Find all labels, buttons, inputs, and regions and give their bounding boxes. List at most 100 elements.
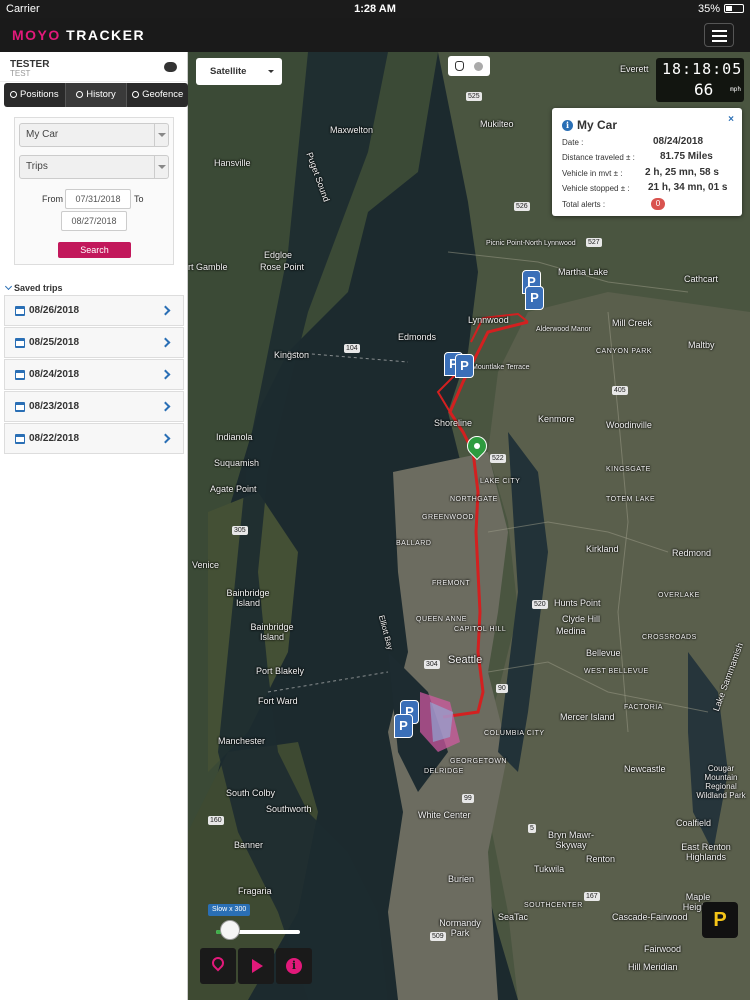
ios-status-bar: Carrier 1:28 AM 35% — [0, 0, 750, 18]
map-label: Port Blakely — [256, 666, 305, 676]
pin-icon — [10, 91, 18, 98]
calendar-icon — [15, 370, 25, 380]
map-label: CANYON PARK — [596, 348, 652, 355]
popup-row: Distance traveled ± :81.75 Miles — [562, 151, 713, 162]
highway-shield: 160 — [208, 816, 224, 825]
map-label: Everett — [620, 64, 649, 74]
from-label: From — [42, 194, 63, 204]
map-label: Renton — [586, 854, 616, 864]
tab-geofence[interactable]: Geofence — [127, 83, 188, 107]
map-label: BALLARD — [396, 540, 432, 547]
chevron-right-icon — [160, 305, 171, 316]
tab-history[interactable]: History — [65, 83, 128, 107]
calendar-icon — [15, 306, 25, 316]
map-label: Woodinville — [606, 420, 652, 430]
popup-row: Vehicle stopped ± :21 h, 34 mn, 01 s — [562, 182, 728, 193]
saved-trips-list: 08/26/2018 08/25/2018 08/24/2018 08/23/2… — [4, 295, 184, 455]
vehicle-select[interactable]: My Car — [19, 123, 169, 147]
map-label: Tukwila — [534, 864, 565, 874]
chevron-down-icon — [4, 282, 13, 291]
highway-shield: 526 — [514, 202, 530, 211]
parking-toggle-button[interactable]: P — [702, 902, 738, 938]
list-item[interactable]: 08/24/2018 — [4, 359, 184, 390]
map-label: SeaTac — [498, 912, 529, 922]
map-label: Manchester — [218, 736, 266, 746]
map-layer-select[interactable]: Satellite — [196, 58, 282, 85]
map-label: KINGSGATE — [606, 466, 651, 473]
playback-clock: 18:18:05 66 mph — [656, 58, 744, 102]
popup-title: i My Car — [562, 118, 617, 132]
chat-icon[interactable] — [164, 62, 177, 72]
globe-icon — [132, 91, 140, 98]
highway-shield: 405 — [612, 386, 628, 395]
playback-speed-label: Slow x 300 — [208, 904, 251, 916]
map-label: CAPITOL HILL — [454, 626, 507, 633]
chevron-down-icon — [154, 156, 168, 178]
close-icon[interactable]: × — [728, 114, 734, 125]
playback-time: 18:18:05 — [662, 60, 743, 78]
hand-icon[interactable] — [455, 61, 464, 71]
history-filter-form: My Car Trips From 07/31/2018 To 08/27/20… — [14, 117, 174, 265]
list-item[interactable]: 08/23/2018 — [4, 391, 184, 422]
highway-shield: 304 — [424, 660, 440, 669]
map-label: Coalfield — [676, 818, 712, 828]
map-label: LAKE CITY — [480, 478, 521, 485]
map-label: DELRIDGE — [424, 768, 464, 775]
highway-shield: 167 — [584, 892, 600, 901]
map-label: FACTORIA — [624, 704, 663, 711]
app-logo[interactable]: MOYO TRACKER — [12, 27, 145, 43]
from-date-input[interactable]: 07/31/2018 — [65, 189, 131, 209]
saved-trips-heading[interactable]: Saved trips — [4, 282, 63, 293]
map-label: COLUMBIA CITY — [484, 730, 545, 737]
mode-select[interactable]: Trips — [19, 155, 169, 179]
map-label: Fragaria — [238, 886, 272, 896]
to-date-input[interactable]: 08/27/2018 — [61, 211, 127, 231]
map-label: Redmond — [672, 548, 712, 558]
popup-row: Date :08/24/2018 — [562, 136, 704, 147]
battery-icon — [724, 4, 744, 13]
parking-marker[interactable]: P — [394, 714, 413, 738]
battery-percent: 35% — [697, 3, 720, 15]
calendar-icon — [15, 402, 25, 412]
tab-positions[interactable]: Positions — [4, 83, 66, 107]
map-label: SOUTHCENTER — [524, 902, 583, 909]
locate-button[interactable] — [200, 948, 236, 984]
map-view[interactable]: Everett Mukilteo Maxwelton Hansville Pug… — [188, 52, 750, 1000]
map-label: Mill Creek — [612, 318, 653, 328]
map-label: Martha Lake — [558, 267, 609, 277]
map-label: WEST BELLEVUE — [584, 668, 649, 675]
map-label: Lynnwood — [468, 315, 509, 325]
play-button[interactable] — [238, 948, 274, 984]
pin-icon — [209, 954, 227, 972]
list-item[interactable]: 08/25/2018 — [4, 327, 184, 358]
search-button[interactable]: Search — [58, 242, 131, 258]
menu-button[interactable] — [704, 23, 734, 47]
map-label: Medina — [556, 626, 586, 636]
list-item[interactable]: 08/22/2018 — [4, 423, 184, 454]
popup-row: Total alerts :0 — [562, 198, 740, 210]
map-label: Mountlake Terrace — [472, 364, 530, 371]
map-label: Suquamish — [214, 458, 260, 468]
chevron-right-icon — [160, 433, 171, 444]
map-label: East Renton Highlands — [681, 842, 731, 862]
record-icon[interactable] — [474, 62, 483, 71]
map-label: Fairwood — [644, 944, 682, 954]
info-button[interactable]: i — [276, 948, 312, 984]
map-label: FREMONT — [432, 580, 471, 587]
map-label: Kirkland — [586, 544, 619, 554]
parking-marker[interactable]: P — [455, 354, 474, 378]
list-item[interactable]: 08/26/2018 — [4, 295, 184, 326]
clock-icon — [76, 91, 84, 98]
map-label: rt Gamble — [188, 262, 228, 272]
play-icon — [252, 959, 263, 973]
speed-unit: mph — [730, 86, 741, 93]
highway-shield: 5 — [528, 824, 536, 833]
popup-row: Vehicle in mvt ± :2 h, 25 mn, 58 s — [562, 167, 719, 178]
map-label: Fort Ward — [258, 696, 298, 706]
map-label: Picnic Point-North Lynnwood — [486, 240, 576, 247]
to-label: To — [134, 194, 144, 204]
slider-thumb[interactable] — [220, 920, 240, 940]
parking-marker[interactable]: P — [525, 286, 544, 310]
map-label: Kingston — [274, 350, 310, 360]
map-label: Alderwood Manor — [536, 326, 591, 333]
